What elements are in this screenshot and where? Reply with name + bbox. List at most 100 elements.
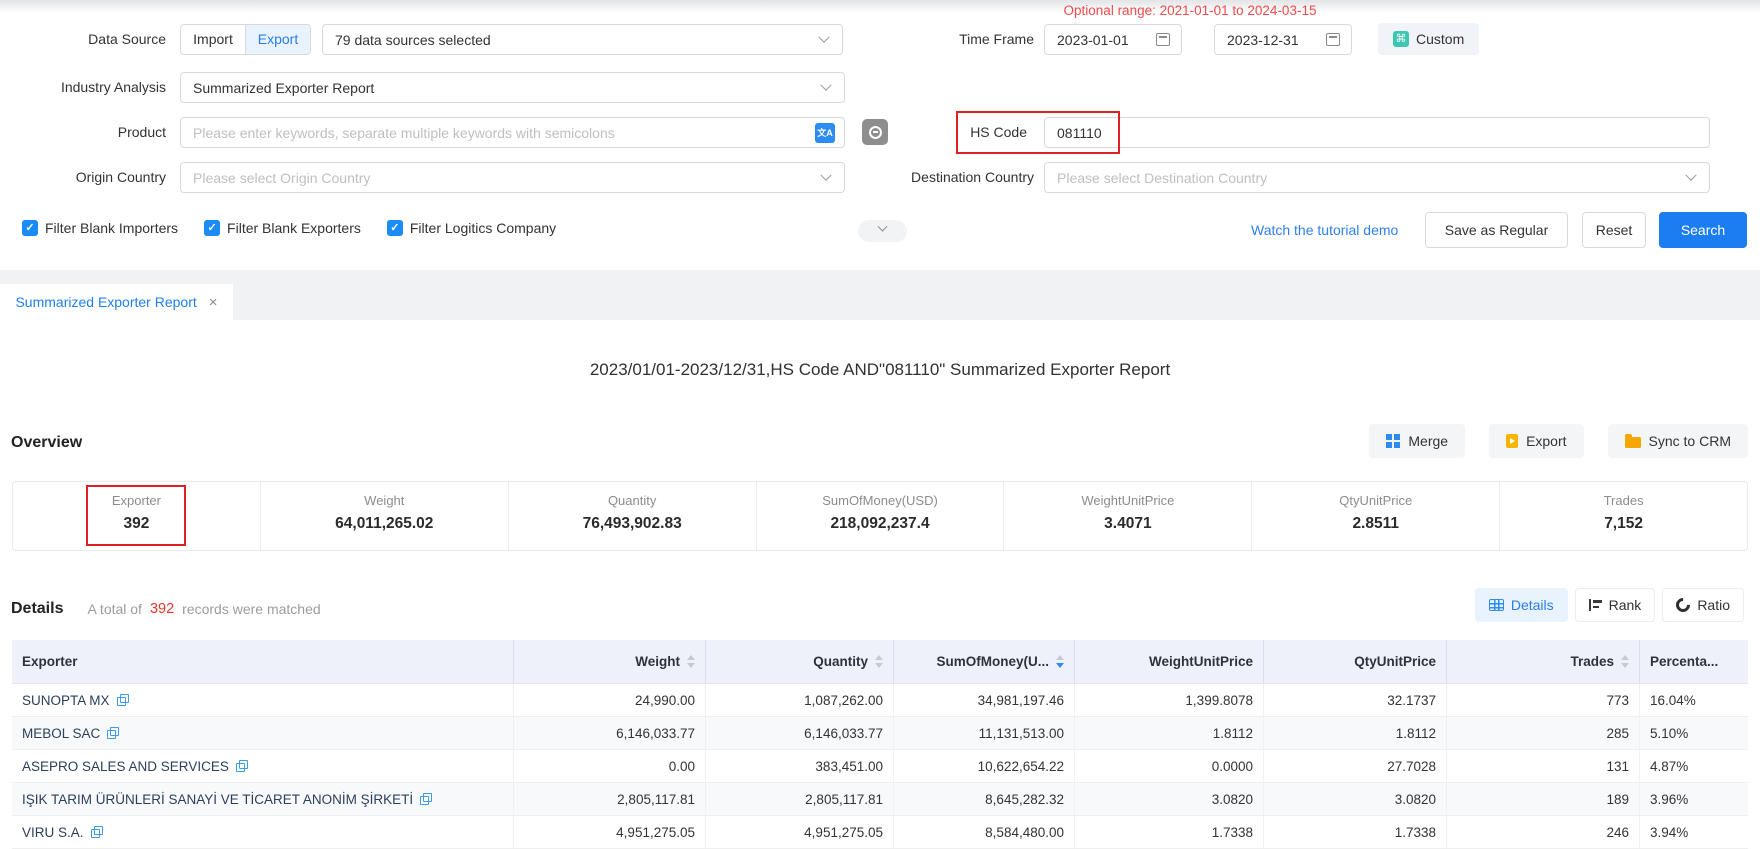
match-suffix: records were matched: [182, 601, 321, 617]
export-toggle[interactable]: Export: [246, 25, 310, 54]
exporter-name[interactable]: SUNOPTA MX: [22, 693, 110, 708]
sort-desc-icon[interactable]: [1621, 663, 1629, 668]
view-button-ratio[interactable]: Ratio: [1662, 588, 1744, 622]
toolbar-sync-button[interactable]: Sync to CRM: [1608, 424, 1748, 458]
cell-value: 10,622,654.22: [978, 759, 1064, 774]
stat-label: Trades: [1500, 493, 1747, 508]
table-row[interactable]: IŞIK TARIM ÜRÜNLERİ SANAYİ VE TİCARET AN…: [12, 783, 1748, 816]
column-header-weightunitprice: WeightUnitPrice: [1075, 640, 1264, 683]
chevron-down-icon: [878, 222, 888, 232]
stat-label: Quantity: [509, 493, 756, 508]
sort-carets-icon[interactable]: [687, 655, 695, 668]
value-cell: 0.0000: [1075, 750, 1264, 782]
copy-icon[interactable]: [117, 694, 129, 706]
start-date-input[interactable]: [1045, 32, 1156, 48]
search-button[interactable]: Search: [1659, 212, 1747, 248]
sort-desc-icon[interactable]: [1056, 663, 1064, 668]
exporter-cell: MEBOL SAC: [12, 717, 514, 749]
destination-country-select[interactable]: Please select Destination Country: [1044, 162, 1710, 193]
checkbox-checked-icon[interactable]: ✓: [22, 220, 38, 236]
end-date-field[interactable]: [1214, 24, 1352, 55]
checkbox-checked-icon[interactable]: ✓: [204, 220, 220, 236]
cell-value: 3.94%: [1650, 825, 1688, 840]
data-sources-select[interactable]: 79 data sources selected: [322, 24, 843, 55]
sort-asc-icon[interactable]: [687, 655, 695, 660]
column-label: WeightUnitPrice: [1149, 654, 1253, 669]
table-row[interactable]: VIRU S.A.4,951,275.054,951,275.058,584,4…: [12, 816, 1748, 849]
filter-checkbox-item[interactable]: ✓Filter Blank Importers: [22, 220, 178, 236]
custom-range-button[interactable]: ⌘ Custom: [1378, 23, 1479, 55]
stat-cell: WeightUnitPrice3.4071: [1004, 482, 1252, 550]
overview-toolbar: Merge Export Sync to CRM: [1369, 424, 1748, 458]
column-header-weight[interactable]: Weight: [514, 640, 706, 683]
origin-country-select[interactable]: Please select Origin Country: [180, 162, 845, 193]
exporter-name[interactable]: MEBOL SAC: [22, 726, 100, 741]
column-header-quantity[interactable]: Quantity: [706, 640, 894, 683]
image-search-icon[interactable]: [862, 119, 888, 145]
hs-code-input[interactable]: [1045, 125, 1709, 141]
view-switcher: DetailsRankRatio: [1475, 588, 1744, 622]
import-export-toggle[interactable]: Import Export: [180, 24, 311, 55]
reset-button[interactable]: Reset: [1582, 212, 1646, 248]
view-button-rank[interactable]: Rank: [1575, 588, 1656, 622]
sort-carets-icon[interactable]: [1621, 655, 1629, 668]
sort-asc-icon[interactable]: [1056, 655, 1064, 660]
sort-asc-icon[interactable]: [1621, 655, 1629, 660]
rank-icon: [1589, 599, 1602, 611]
save-as-regular-button[interactable]: Save as Regular: [1425, 212, 1568, 248]
end-date-input[interactable]: [1215, 32, 1326, 48]
view-button-details[interactable]: Details: [1475, 588, 1568, 622]
copy-icon[interactable]: [91, 826, 103, 838]
translate-icon[interactable]: 文A: [815, 123, 835, 143]
table-icon: [1489, 599, 1504, 611]
industry-analysis-select[interactable]: Summarized Exporter Report: [180, 72, 845, 103]
cell-value: 383,451.00: [815, 759, 883, 774]
sort-carets-icon[interactable]: [1056, 655, 1064, 668]
column-label: Quantity: [813, 654, 868, 669]
toolbar-export-button[interactable]: Export: [1489, 424, 1583, 458]
copy-icon[interactable]: [107, 727, 119, 739]
tab-summarized-exporter-report[interactable]: Summarized Exporter Report ×: [0, 284, 233, 320]
stat-value: 3.4071: [1004, 515, 1251, 533]
table-row[interactable]: MEBOL SAC6,146,033.776,146,033.7711,131,…: [12, 717, 1748, 750]
column-label: SumOfMoney(U...: [936, 654, 1049, 669]
filter-checkbox-item[interactable]: ✓ Filter Blank Exporters: [204, 220, 361, 236]
checkbox-label: Filter Blank Exporters: [227, 220, 361, 236]
column-header-sumofmoneyu[interactable]: SumOfMoney(U...: [894, 640, 1075, 683]
sort-desc-icon[interactable]: [875, 663, 883, 668]
tutorial-link[interactable]: Watch the tutorial demo: [1251, 212, 1398, 248]
value-cell: 24,990.00: [514, 684, 706, 716]
toolbar-merge-button[interactable]: Merge: [1369, 424, 1465, 458]
copy-icon[interactable]: [236, 760, 248, 772]
filter-checkbox-item[interactable]: ✓Filter Logitics Company: [387, 220, 556, 236]
value-cell: 383,451.00: [706, 750, 894, 782]
chevron-down-icon: [820, 169, 831, 180]
column-header-trades[interactable]: Trades: [1447, 640, 1640, 683]
data-source-label: Data Source: [0, 24, 166, 55]
start-date-field[interactable]: [1044, 24, 1182, 55]
exporter-name[interactable]: IŞIK TARIM ÜRÜNLERİ SANAYİ VE TİCARET AN…: [22, 792, 413, 807]
cell-value: 4.87%: [1650, 759, 1688, 774]
sort-carets-icon[interactable]: [875, 655, 883, 668]
stat-label: SumOfMoney(USD): [757, 493, 1004, 508]
stat-cell: Quantity76,493,902.83: [509, 482, 757, 550]
value-cell: 1.8112: [1075, 717, 1264, 749]
filter-checkbox-row: ✓Filter Blank Importers✓Filter Blank Exp…: [22, 220, 556, 236]
industry-analysis-label: Industry Analysis: [0, 72, 166, 103]
close-icon[interactable]: ×: [209, 295, 218, 310]
hs-code-field[interactable]: [1044, 117, 1710, 148]
product-keyword-input[interactable]: [181, 125, 815, 141]
exporter-name[interactable]: ASEPRO SALES AND SERVICES: [22, 759, 229, 774]
copy-icon[interactable]: [420, 793, 432, 805]
exporter-cell: SUNOPTA MX: [12, 684, 514, 716]
product-keyword-field[interactable]: 文A: [180, 117, 845, 148]
sort-desc-icon[interactable]: [687, 663, 695, 668]
collapse-filters-button[interactable]: [858, 220, 907, 242]
exporter-name[interactable]: VIRU S.A.: [22, 825, 84, 840]
table-row[interactable]: ASEPRO SALES AND SERVICES0.00383,451.001…: [12, 750, 1748, 783]
checkbox-checked-icon[interactable]: ✓: [387, 220, 403, 236]
table-row[interactable]: SUNOPTA MX24,990.001,087,262.0034,981,19…: [12, 684, 1748, 717]
chevron-down-icon: [820, 79, 831, 90]
import-toggle[interactable]: Import: [181, 25, 246, 54]
sort-asc-icon[interactable]: [875, 655, 883, 660]
